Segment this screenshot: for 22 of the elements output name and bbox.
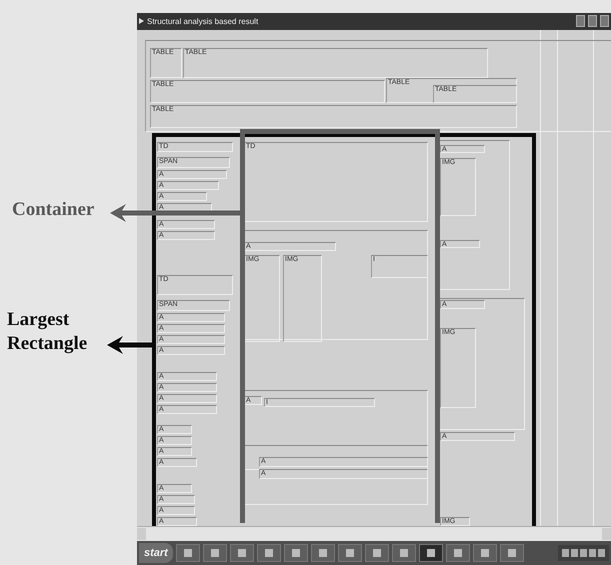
taskbar-button[interactable] — [364, 544, 389, 562]
minimize-button[interactable] — [576, 15, 585, 28]
close-button[interactable] — [600, 15, 609, 28]
largest-rectangle-label: Largest Rectangle — [7, 308, 88, 356]
window-title: Structural analysis based result — [147, 16, 260, 26]
taskbar-button[interactable] — [256, 544, 281, 562]
taskbar-button[interactable] — [284, 544, 308, 562]
restore-button[interactable] — [588, 15, 597, 28]
taskbar-button[interactable] — [500, 544, 524, 562]
triangle-icon — [139, 18, 144, 24]
taskbar-button[interactable] — [418, 544, 443, 562]
start-button[interactable]: start — [139, 543, 173, 563]
taskbar-button[interactable] — [176, 544, 200, 562]
taskbar-button[interactable] — [202, 544, 227, 562]
container-label: Container — [12, 198, 94, 222]
taskbar-button[interactable] — [230, 544, 254, 562]
taskbar-button[interactable] — [310, 544, 335, 562]
taskbar-button[interactable] — [392, 544, 416, 562]
taskbar-button[interactable] — [446, 544, 470, 562]
taskbar-button[interactable] — [472, 544, 497, 562]
taskbar-button[interactable] — [338, 544, 362, 562]
arrow — [107, 336, 152, 354]
